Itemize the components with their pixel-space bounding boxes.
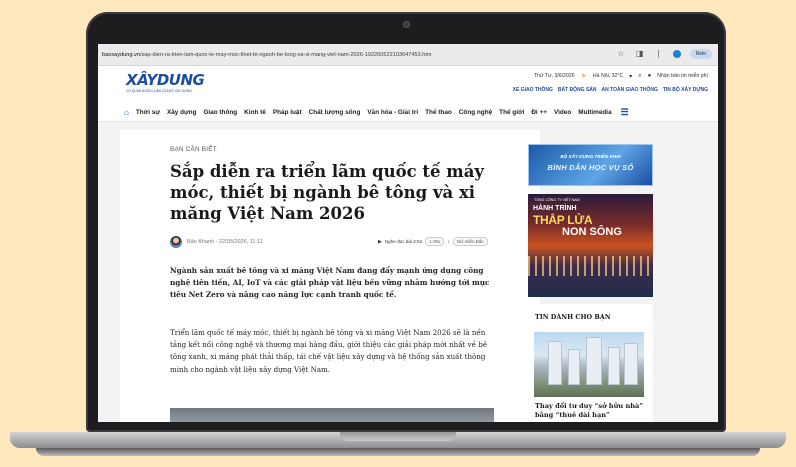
header-link[interactable]: XE GIAO THÔNG xyxy=(513,87,553,93)
header-weather[interactable]: Hà Nội, 32°C xyxy=(593,73,623,79)
menu-icon[interactable]: ☰ xyxy=(621,107,629,118)
laptop-scene: baoxaydung.vn/sap-dien-ra-trien-lam-quoc… xyxy=(0,0,796,467)
weather-icon: ☀ xyxy=(580,73,587,80)
building xyxy=(608,347,620,385)
recommended-headline[interactable]: Thay đổi tư duy “sở hữu nhà” bằng “thuê … xyxy=(535,402,647,420)
header-link[interactable]: AN TOÀN GIAO THÔNG xyxy=(602,87,658,93)
home-icon[interactable]: ⌂ xyxy=(124,108,129,117)
logo-tagline: CƠ QUAN NGÔN LUẬN CỦA BỘ XÂY DỰNG xyxy=(126,89,192,93)
recommended-title: TIN DÀNH CHO BẠN xyxy=(535,313,611,321)
star-icon[interactable]: ☆ xyxy=(616,48,626,60)
url-path: /sap-dien-ra-trien-lam-quoc-te-may-moc-t… xyxy=(139,51,432,58)
promo-banner[interactable]: BỘ XÂY DỰNG TRIỂN KHAI BÌNH DÂN HỌC VỤ S… xyxy=(528,144,653,186)
nav-item[interactable]: Giao thông xyxy=(203,109,237,116)
site-logo[interactable]: XÂYDUNG xyxy=(126,71,205,89)
byline: Bảo Khanh - 22/05/2026, 11:11 xyxy=(170,236,263,248)
user-icon[interactable]: ● xyxy=(648,73,652,79)
mic-icon: ♪ xyxy=(447,238,450,245)
article-title: Sắp diễn ra triển lãm quốc tế máy móc, t… xyxy=(170,162,484,223)
nav-item[interactable]: Văn hóa - Giải trí xyxy=(367,109,418,116)
building xyxy=(624,343,638,385)
nav-item[interactable]: Công nghệ xyxy=(459,109,492,116)
banner-main-text: BÌNH DÂN HỌC VỤ SỐ xyxy=(547,163,634,172)
nav-item[interactable]: Thời sự xyxy=(136,109,160,116)
audio-player: ▶ Nghe đọc bài 2:52 1.00x ♪ Nữ miền Bắc xyxy=(378,236,488,247)
nav-item[interactable]: Đi ++ xyxy=(531,109,547,116)
nav-item[interactable]: Xây dựng xyxy=(167,109,197,116)
banner-line-2: THẮP LỬA xyxy=(533,213,593,227)
building xyxy=(548,341,562,385)
author-line: Bảo Khanh - 22/05/2026, 11:11 xyxy=(187,239,263,245)
campaign-banner[interactable]: TỔNG CÔNG TY VIỆT NAM HÀNH TRÌNH THẮP LỬ… xyxy=(528,194,653,297)
main-nav: ⌂ Thời sự Xây dựng Giao thông Kinh tế Ph… xyxy=(98,104,718,122)
nav-item[interactable]: Chất lượng sống xyxy=(309,109,361,116)
building xyxy=(568,349,580,385)
nav-item[interactable]: Kinh tế xyxy=(244,109,266,116)
banner-line-3: NON SÔNG xyxy=(562,226,622,238)
header-link[interactable]: TIN BỘ XÂY DỰNG xyxy=(663,87,708,93)
nav-item[interactable]: Thế giới xyxy=(499,109,524,116)
article-lead: Ngành sản xuất bê tông và xi măng Việt N… xyxy=(170,266,490,300)
url-text[interactable]: baoxaydung.vn/sap-dien-ra-trien-lam-quoc… xyxy=(102,52,542,58)
author-name[interactable]: Bảo Khanh xyxy=(187,239,214,245)
webcam xyxy=(403,21,410,28)
article-paragraph: Triển lãm quốc tế máy móc, thiết bị ngàn… xyxy=(170,328,488,374)
publish-date: 22/05/2026, 11:11 xyxy=(219,239,263,245)
profile-icon[interactable] xyxy=(672,50,681,58)
newsletter-link[interactable]: Nhận bản tin miễn phí xyxy=(657,73,708,79)
voice-select[interactable]: Nữ miền Bắc xyxy=(452,237,488,246)
laptop-base-lip xyxy=(36,448,760,456)
site-header: XÂYDUNG CƠ QUAN NGÔN LUẬN CỦA BỘ XÂY DỰN… xyxy=(98,66,718,104)
chevron-down-icon[interactable]: ▾ xyxy=(629,73,632,80)
banner-line-1: HÀNH TRÌNH xyxy=(533,205,577,212)
nav-item[interactable]: Video xyxy=(554,109,571,116)
header-date: Thứ Tư, 3/6/2026 xyxy=(534,73,575,79)
recommended-box: TIN DÀNH CHO BẠN Thay đổi tư duy “sở hữu… xyxy=(528,304,653,422)
avatar xyxy=(170,236,182,248)
building xyxy=(586,337,602,385)
article-category[interactable]: BẠN CẦN BIẾT xyxy=(170,146,217,153)
header-link[interactable]: BẤT ĐỘNG SẢN xyxy=(558,87,597,93)
laptop-screen: baoxaydung.vn/sap-dien-ra-trien-lam-quoc… xyxy=(98,44,718,422)
separator: | xyxy=(657,49,660,58)
recommended-image[interactable] xyxy=(534,332,644,397)
article-image xyxy=(170,408,494,422)
extensions-icon[interactable]: ◨ xyxy=(635,48,645,60)
url-domain: baoxaydung.vn xyxy=(102,51,140,58)
city-lights xyxy=(528,256,653,276)
article: BẠN CẦN BIẾT Sắp diễn ra triển lãm quốc … xyxy=(120,130,540,422)
laptop-notch xyxy=(340,432,456,441)
nav-item[interactable]: Thể thao xyxy=(425,109,452,116)
content-area: BẠN CẦN BIẾT Sắp diễn ra triển lãm quốc … xyxy=(98,122,718,422)
nav-item[interactable]: Multimedia xyxy=(578,109,611,116)
audio-label[interactable]: Nghe đọc bài 2:52 xyxy=(385,239,422,244)
search-icon[interactable]: ⌕ xyxy=(638,73,641,80)
address-bar[interactable]: baoxaydung.vn/sap-dien-ra-trien-lam-quoc… xyxy=(98,44,718,66)
banner-org: TỔNG CÔNG TY VIỆT NAM xyxy=(534,198,580,202)
play-icon[interactable]: ▶ xyxy=(378,239,382,245)
banner-top-text: BỘ XÂY DỰNG TRIỂN KHAI xyxy=(560,154,621,159)
reload-button[interactable]: Relo xyxy=(689,49,712,59)
speed-select[interactable]: 1.00x xyxy=(425,237,445,246)
nav-item[interactable]: Pháp luật xyxy=(273,109,302,116)
